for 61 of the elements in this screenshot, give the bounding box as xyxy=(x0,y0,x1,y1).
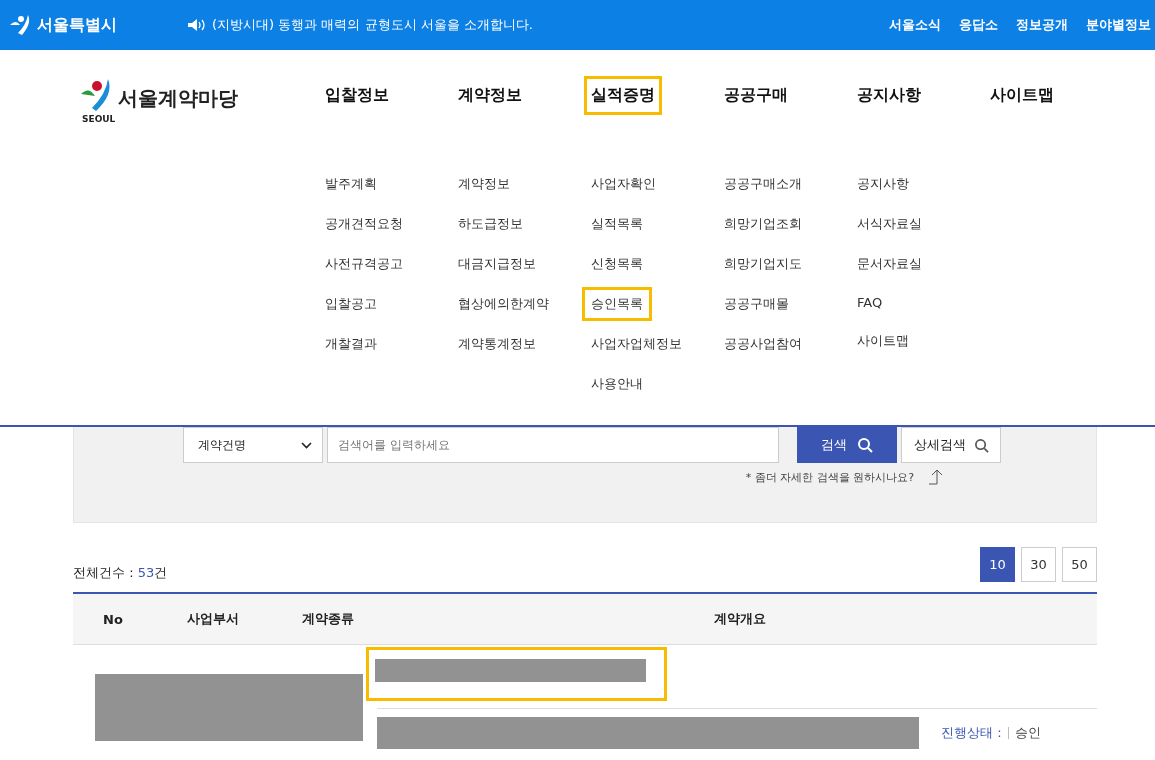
detail-search-button[interactable]: 상세검색 xyxy=(901,427,1001,463)
submenu-item[interactable]: 공공구매몰 xyxy=(715,287,798,321)
nav-menu-item[interactable]: 사이트맵 xyxy=(983,75,1061,115)
submenu-item[interactable]: 실적목록 xyxy=(582,207,652,241)
search-hint: * 좀더 자세한 검색을 원하시나요? xyxy=(745,469,914,485)
submenu-item[interactable]: 서식자료실 xyxy=(848,207,931,241)
submenu-item[interactable]: 공공사업참여 xyxy=(715,327,811,361)
status-label: 진행상태 : xyxy=(941,724,1002,742)
chevron-down-icon xyxy=(301,441,312,449)
submenu-item[interactable]: 개찰결과 xyxy=(316,327,386,361)
notice-text: (지방시대) 동행과 매력의 균형도시 서울을 소개합니다. xyxy=(212,16,533,34)
submenu-item[interactable]: 협상에의한계약 xyxy=(449,287,558,321)
submenu-item[interactable]: 희망기업지도 xyxy=(715,247,811,281)
submenu-item[interactable]: 하도급정보 xyxy=(449,207,532,241)
nav-menu-item[interactable]: 입찰정보 xyxy=(318,75,396,115)
status-value: 승인 xyxy=(1014,724,1041,742)
submenu-item[interactable]: 계약정보 xyxy=(449,167,519,201)
submenu-item[interactable]: 신청목록 xyxy=(582,247,652,281)
column-header: 사업부서 xyxy=(186,610,240,628)
page-size-button[interactable]: 30 xyxy=(1021,547,1056,582)
submenu-item[interactable]: 사이트맵 xyxy=(848,324,918,358)
submenu-item[interactable]: FAQ xyxy=(848,287,892,318)
search-icon xyxy=(973,437,989,453)
submenu-item[interactable]: 입찰공고 xyxy=(316,287,386,321)
submenu-item[interactable]: 문서자료실 xyxy=(848,247,931,281)
brand-name: 서울특별시 xyxy=(37,14,117,36)
column-header: 계약종류 xyxy=(301,610,355,628)
nav-menu-item[interactable]: 실적증명 xyxy=(584,75,662,115)
submenu-item[interactable]: 사전규격공고 xyxy=(316,247,412,281)
speaker-icon xyxy=(188,19,206,31)
submenu-item[interactable]: 사용안내 xyxy=(582,367,652,401)
page-size-button[interactable]: 50 xyxy=(1062,547,1097,582)
top-link[interactable]: 분야별정보 xyxy=(1086,16,1151,34)
nav-menu-item[interactable]: 공공구매 xyxy=(717,75,795,115)
submenu-item[interactable]: 공개견적요청 xyxy=(316,207,412,241)
submenu-item[interactable]: 승인목록 xyxy=(582,287,652,321)
top-link[interactable]: 응답소 xyxy=(959,16,998,34)
total-count: 53 xyxy=(137,565,155,580)
submenu-item[interactable]: 희망기업조회 xyxy=(715,207,811,241)
submenu-item[interactable]: 발주계획 xyxy=(316,167,386,201)
search-icon xyxy=(857,437,873,453)
page-size-button[interactable]: 10 xyxy=(980,547,1015,582)
submenu-item[interactable]: 계약통계정보 xyxy=(449,327,545,361)
column-header: 계약개요 xyxy=(713,610,767,628)
search-button[interactable]: 검색 xyxy=(797,427,897,463)
nav-menu-item[interactable]: 공지사항 xyxy=(850,75,928,115)
top-link[interactable]: 정보공개 xyxy=(1016,16,1068,34)
top-link[interactable]: 서울소식 xyxy=(889,16,941,34)
submenu-item[interactable]: 공지사항 xyxy=(848,167,918,201)
logo-caption: SEOUL xyxy=(82,114,116,124)
search-field[interactable]: 검색어를 입력하세요 xyxy=(327,427,779,463)
submenu-item[interactable]: 사업자업체정보 xyxy=(582,327,691,361)
total-label: 전체건수 : xyxy=(73,565,135,580)
site-title: 서울계약마당 xyxy=(118,85,238,112)
submenu-item[interactable]: 사업자확인 xyxy=(582,167,665,201)
category-dropdown[interactable]: 계약건명 xyxy=(183,427,323,463)
nav-menu-item[interactable]: 계약정보 xyxy=(451,75,529,115)
submenu-item[interactable]: 공공구매소개 xyxy=(715,167,811,201)
submenu-item[interactable]: 대금지급정보 xyxy=(449,247,545,281)
column-header: No xyxy=(102,611,124,627)
total-unit: 건 xyxy=(154,565,168,580)
